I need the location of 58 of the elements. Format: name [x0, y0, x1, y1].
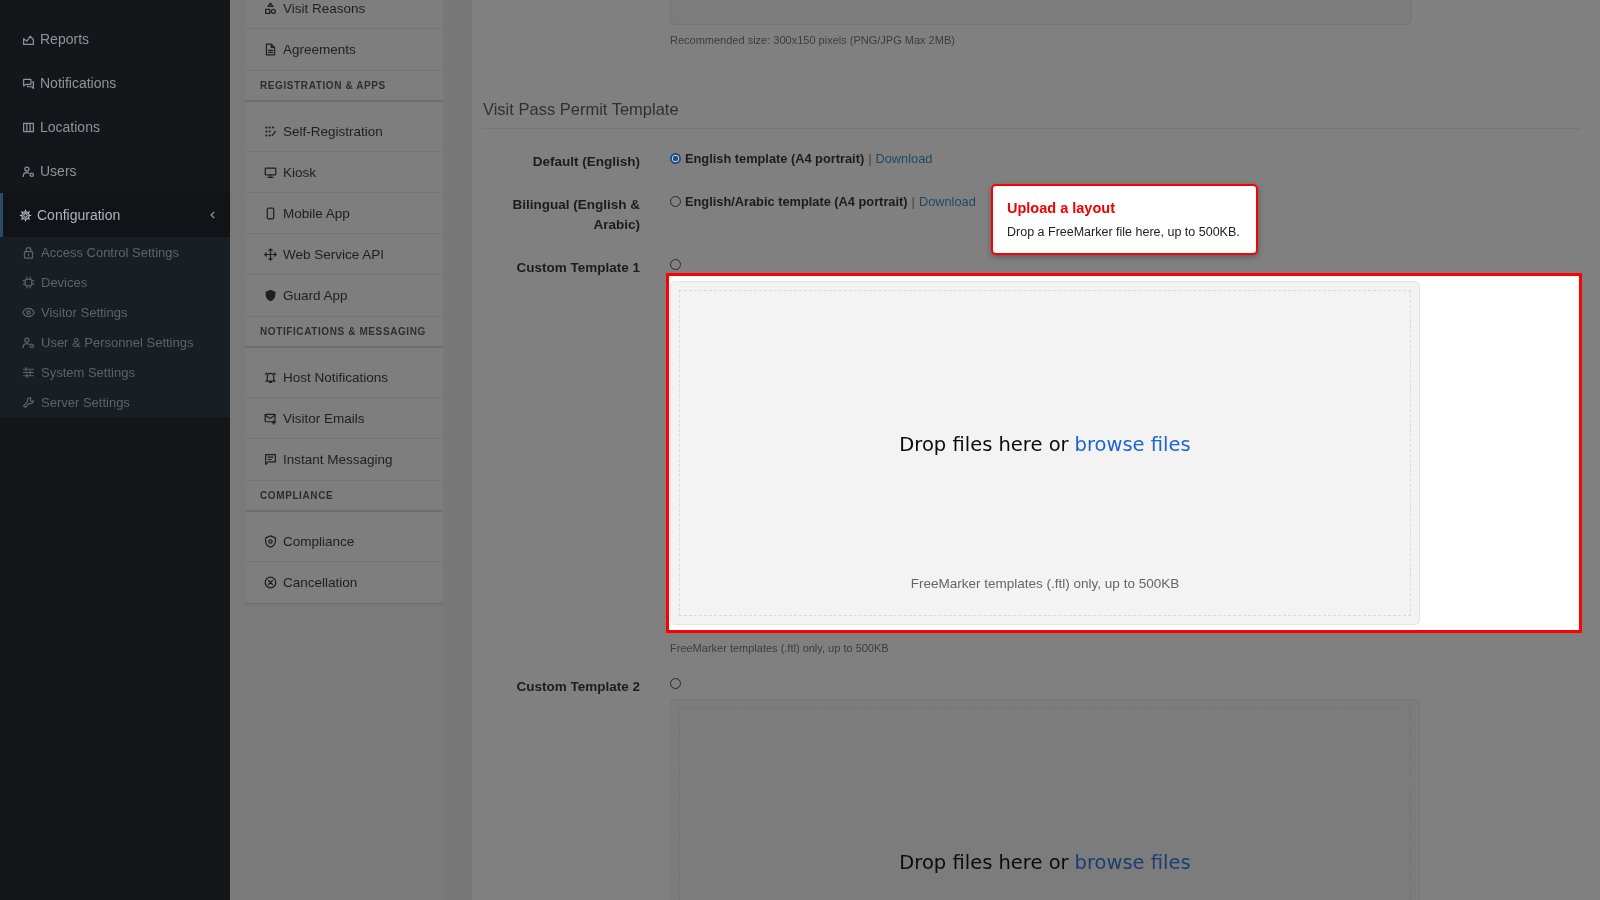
field-label: Bilingual (English & Arabic) [511, 196, 640, 234]
hint-text: Recommended size: 300x150 pixels (PNG/JPG Max 2MB) [670, 34, 956, 46]
field-label: Default (English) [531, 153, 640, 171]
caret-icon [208, 210, 218, 220]
drop-text: Drop files here or [899, 433, 1069, 456]
field-label: Custom Template 1 [515, 259, 640, 277]
dropzone-note: FreeMarker templates (.ftl) only, up to 500KB [910, 576, 1180, 591]
dots-icon [264, 124, 277, 138]
radio-button[interactable] [670, 152, 681, 164]
submenu-item[interactable]: Access Control Settings [0, 237, 230, 267]
menu-item[interactable]: Instant Messaging [245, 439, 443, 480]
submenu-item[interactable]: User & Personnel Settings [0, 327, 230, 357]
lock-icon [22, 245, 35, 259]
submenu-item[interactable]: Devices [0, 267, 230, 297]
tooltip-title: Upload a layout [1007, 200, 1116, 216]
eye-icon [22, 305, 35, 319]
option-label: English template (A4 portrait) [685, 150, 865, 166]
wrench-icon [22, 395, 35, 409]
submenu-item[interactable]: Server Settings [0, 387, 230, 417]
submenu-item[interactable]: System Settings [0, 357, 230, 387]
field-label: Custom Template 2 [515, 678, 640, 696]
nav-item[interactable]: Locations [0, 105, 230, 149]
separator: | [868, 150, 872, 166]
phone-icon [264, 206, 277, 220]
file-dropzone[interactable]: Drop files here or browse files FreeMarker templates (.ftl) only, up to 500KB [670, 281, 1420, 625]
browse-link[interactable]: browse files [1074, 851, 1191, 874]
menu-item[interactable]: Cancellation [245, 562, 443, 603]
chat-icon [22, 76, 35, 90]
section-title: Visit Pass Permit Template [483, 99, 1580, 129]
bell-icon [264, 370, 277, 384]
message-icon [264, 453, 277, 466]
tooltip-text: Drop a FreeMarker file here, up to 500KB. [1007, 225, 1241, 239]
nav-item[interactable]: Reports [0, 17, 230, 61]
monitor-icon [264, 165, 277, 179]
nav-item[interactable]: Users [0, 149, 230, 193]
circle-x-icon [264, 576, 277, 589]
menu-item[interactable]: Guard App [245, 275, 443, 316]
browse-link[interactable]: browse files [1074, 433, 1191, 456]
file-dropzone[interactable]: Drop files here or browse files [670, 699, 1420, 900]
gear-icon [19, 208, 32, 222]
submenu-item[interactable]: Visitor Settings [0, 297, 230, 327]
arrows-icon [264, 247, 277, 261]
map-icon [22, 120, 35, 134]
shapes-icon [264, 1, 277, 15]
separator: | [911, 193, 915, 209]
chip-icon [22, 275, 35, 289]
download-link[interactable]: Download [875, 150, 933, 166]
envelope-icon [264, 411, 277, 425]
menu-item[interactable]: Agreements [245, 29, 443, 70]
download-link[interactable]: Download [918, 193, 976, 209]
nav-item[interactable]: Notifications [0, 61, 230, 105]
at-shield-icon [264, 534, 277, 548]
option-label: English/Arabic template (A4 portrait) [685, 193, 908, 209]
sliders-icon [22, 365, 35, 379]
document-icon [264, 43, 277, 56]
drop-text: Drop files here or [899, 851, 1069, 874]
hint-text: FreeMarker templates (.ftl) only, up to 500KB [670, 642, 890, 654]
shield-icon [264, 289, 277, 302]
